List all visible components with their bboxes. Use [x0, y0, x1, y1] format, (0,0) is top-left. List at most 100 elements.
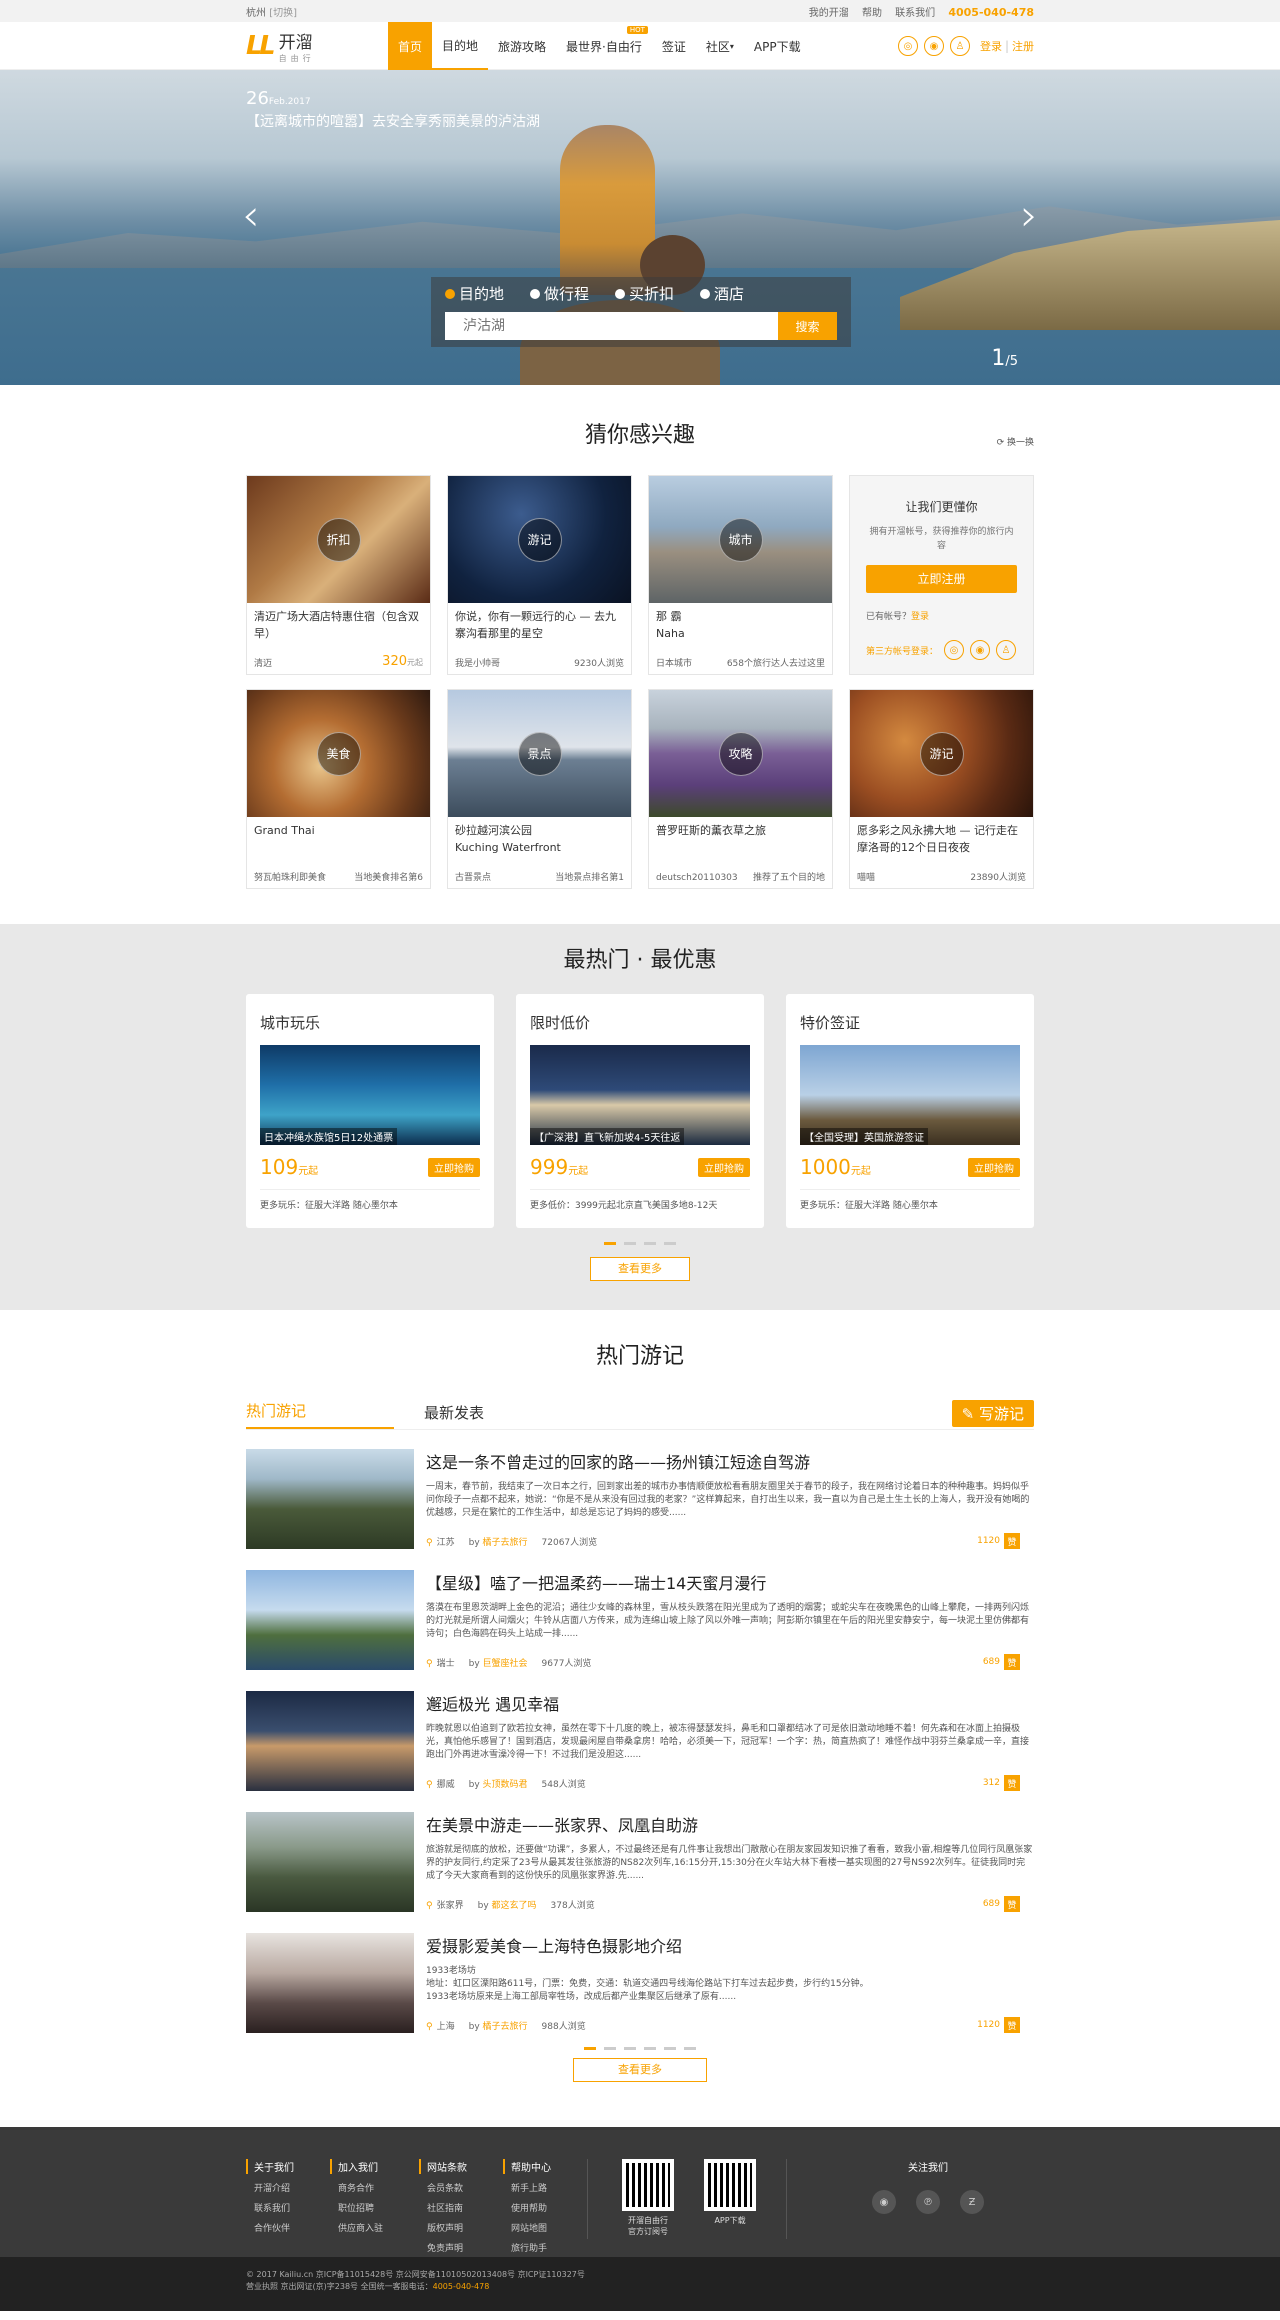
write-note-button[interactable]: ✎ 写游记: [951, 1400, 1034, 1427]
note-likes[interactable]: 312 赞: [983, 1775, 1020, 1791]
tab-hot-notes[interactable]: 热门游记: [246, 1400, 394, 1429]
guess-card[interactable]: 游记 你说，你有一颗远行的心 — 去九寨沟看那里的星空 我是小帅哥 9230人浏览: [447, 475, 632, 675]
note-image[interactable]: [246, 1570, 414, 1670]
deal-more-link[interactable]: 更多玩乐：征服大洋路 随心墨尔本: [260, 1189, 480, 1211]
guess-card[interactable]: 美食 Grand Thai 努瓦帕珠利即美食 当地美食排名第6: [246, 689, 431, 889]
carousel-dot[interactable]: [604, 1242, 616, 1245]
page-dot[interactable]: [644, 2047, 656, 2050]
like-icon[interactable]: 赞: [1004, 1775, 1020, 1791]
note-author[interactable]: by 橘子去旅行: [469, 2019, 528, 2032]
footer-link[interactable]: 商务合作: [330, 2181, 383, 2194]
footer-link[interactable]: 职位招聘: [330, 2201, 383, 2214]
deal-more-link[interactable]: 更多低价：3999元起北京直飞美国多地8-12天: [530, 1189, 750, 1211]
help-link[interactable]: 帮助: [862, 8, 882, 19]
hero-caption[interactable]: 26Feb.2017 【远离城市的喧嚣】去安全享秀丽美景的泸沽湖: [246, 88, 540, 131]
search-tab-itinerary[interactable]: 做行程: [530, 283, 589, 304]
search-button[interactable]: 搜索: [778, 312, 837, 340]
footer-link[interactable]: 版权声明: [419, 2221, 467, 2234]
note-image[interactable]: [246, 1812, 414, 1912]
refresh-button[interactable]: ⟳ 换一换: [997, 435, 1034, 448]
wechat-icon[interactable]: ◎: [944, 640, 965, 660]
note-image[interactable]: [246, 1691, 414, 1791]
buy-now-button[interactable]: 立即抢购: [698, 1157, 750, 1177]
search-tab-hotel[interactable]: 酒店: [700, 283, 744, 304]
like-icon[interactable]: 赞: [1004, 1896, 1020, 1912]
guess-card[interactable]: 攻略 普罗旺斯的薰衣草之旅 deutsch20110303 推荐了五个目的地: [648, 689, 833, 889]
page-dot[interactable]: [604, 2047, 616, 2050]
nav-visa[interactable]: 签证: [652, 22, 696, 70]
note-likes[interactable]: 1120 赞: [977, 1533, 1020, 1549]
carousel-dot[interactable]: [664, 1242, 676, 1245]
search-tab-destination[interactable]: 目的地: [445, 283, 504, 304]
hero-prev-arrow-icon[interactable]: ‹: [242, 190, 260, 241]
search-tab-discount[interactable]: 买折扣: [615, 283, 674, 304]
note-title[interactable]: 这是一条不曾走过的回家的路——扬州镇江短途自驾游: [426, 1449, 1034, 1473]
nav-app-download[interactable]: APP下载: [744, 22, 811, 70]
buy-now-button[interactable]: 立即抢购: [968, 1157, 1020, 1177]
buy-now-button[interactable]: 立即抢购: [428, 1157, 480, 1177]
footer-link[interactable]: 供应商入驻: [330, 2221, 383, 2234]
note-author[interactable]: by 都这玄了吗: [478, 1898, 537, 1911]
note-item[interactable]: 【星级】嗑了一把温柔药——瑞士14天蜜月漫行 落漠在布里恩茨湖畔上金色的泥沿；通往…: [246, 1570, 1034, 1672]
deal-card[interactable]: 特价签证 【全国受理】英国旅游签证 1000元起 立即抢购 更多玩乐：征服大洋路 …: [786, 994, 1034, 1228]
note-likes[interactable]: 689 赞: [983, 1654, 1020, 1670]
register-now-button[interactable]: 立即注册: [866, 565, 1017, 593]
nav-home[interactable]: 首页: [388, 22, 433, 70]
guess-card[interactable]: 城市 那 霸 Naha 日本城市 658个旅行达人去过这里: [648, 475, 833, 675]
page-dot[interactable]: [584, 2047, 596, 2050]
login-link[interactable]: 登录: [980, 38, 1002, 54]
like-icon[interactable]: 赞: [1004, 2017, 1020, 2033]
like-icon[interactable]: 赞: [1004, 1654, 1020, 1670]
deal-card[interactable]: 限时低价 【广深港】直飞新加坡4-5天往返 999元起 立即抢购 更多低价：399…: [516, 994, 764, 1228]
note-item[interactable]: 爱摄影爱美食—上海特色摄影地介绍 1933老场坊 地址：虹口区溧阳路611号，门票…: [246, 1933, 1034, 2035]
wechat-icon[interactable]: ◎: [897, 36, 918, 56]
footer-link[interactable]: 社区指南: [419, 2201, 467, 2214]
deal-more-link[interactable]: 更多玩乐：征服大洋路 随心墨尔本: [800, 1189, 1020, 1211]
nav-community[interactable]: 社区 ▾: [696, 22, 744, 70]
footer-link[interactable]: 免责声明: [419, 2241, 467, 2254]
footer-link[interactable]: 旅行助手: [503, 2241, 551, 2254]
nav-guides[interactable]: 旅游攻略: [488, 22, 556, 70]
guess-card[interactable]: 游记 愿多彩之风永拂大地 — 记行走在摩洛哥的12个日日夜夜 喵喵 23890人浏…: [849, 689, 1034, 889]
nav-destination[interactable]: 目的地: [432, 22, 489, 70]
page-dot[interactable]: [624, 2047, 636, 2050]
note-likes[interactable]: 689 赞: [983, 1896, 1020, 1912]
note-author[interactable]: by 巨蟹座社会: [469, 1656, 528, 1669]
note-title[interactable]: 爱摄影爱美食—上海特色摄影地介绍: [426, 1933, 1034, 1957]
note-likes[interactable]: 1120 赞: [977, 2017, 1020, 2033]
search-input[interactable]: [445, 312, 778, 340]
hot-view-more-button[interactable]: 查看更多: [590, 1257, 690, 1281]
note-image[interactable]: [246, 1449, 414, 1549]
qq-icon[interactable]: ♙: [996, 640, 1017, 660]
footer-link[interactable]: 合作伙伴: [246, 2221, 294, 2234]
nav-free-travel[interactable]: 最世界·自由行 HOT: [556, 22, 652, 70]
note-title[interactable]: 在美景中游走——张家界、凤凰自助游: [426, 1812, 1034, 1836]
note-item[interactable]: 在美景中游走——张家界、凤凰自助游 旅游就是彻底的放松，还要做“功课”，多累人，不…: [246, 1812, 1034, 1914]
weibo-icon[interactable]: ◉: [872, 2190, 896, 2214]
footer-link[interactable]: 网站地图: [503, 2221, 551, 2234]
weibo-icon[interactable]: ◉: [923, 36, 944, 56]
page-dot[interactable]: [664, 2047, 676, 2050]
note-item[interactable]: 这是一条不曾走过的回家的路——扬州镇江短途自驾游 一周末，春节前，我结束了一次日本…: [246, 1449, 1034, 1551]
deal-card[interactable]: 城市玩乐 日本冲绳水族馆5日12处通票 109元起 立即抢购 更多玩乐：征服大洋路…: [246, 994, 494, 1228]
note-author[interactable]: by 橘子去旅行: [469, 1535, 528, 1548]
note-image[interactable]: [246, 1933, 414, 2033]
footer-link[interactable]: 会员条款: [419, 2181, 467, 2194]
notes-view-more-button[interactable]: 查看更多: [573, 2058, 707, 2082]
like-icon[interactable]: 赞: [1004, 1533, 1020, 1549]
register-link[interactable]: 注册: [1012, 38, 1034, 54]
note-title[interactable]: 【星级】嗑了一把温柔药——瑞士14天蜜月漫行: [426, 1570, 1034, 1594]
footer-link[interactable]: 使用帮助: [503, 2201, 551, 2214]
zhihu-icon[interactable]: Ƶ: [960, 2190, 984, 2214]
card-login-link[interactable]: 登录: [911, 612, 929, 622]
note-item[interactable]: 邂逅极光 遇见幸福 昨晚就恩以伯追到了欧若拉女神，虽然在零下十几度的晚上，被冻得瑟…: [246, 1691, 1034, 1793]
footer-link[interactable]: 开溜介绍: [246, 2181, 294, 2194]
contact-link[interactable]: 联系我们: [895, 8, 935, 19]
carousel-dot[interactable]: [644, 1242, 656, 1245]
qq-icon[interactable]: ♙: [949, 36, 970, 56]
footer-link[interactable]: 联系我们: [246, 2201, 294, 2214]
carousel-dot[interactable]: [624, 1242, 636, 1245]
guess-card[interactable]: 景点 砂拉越河滨公园 Kuching Waterfront 古晋景点 当地景点排名…: [447, 689, 632, 889]
hero-next-arrow-icon[interactable]: ›: [1020, 190, 1038, 241]
note-author[interactable]: by 头顶数码君: [469, 1777, 528, 1790]
